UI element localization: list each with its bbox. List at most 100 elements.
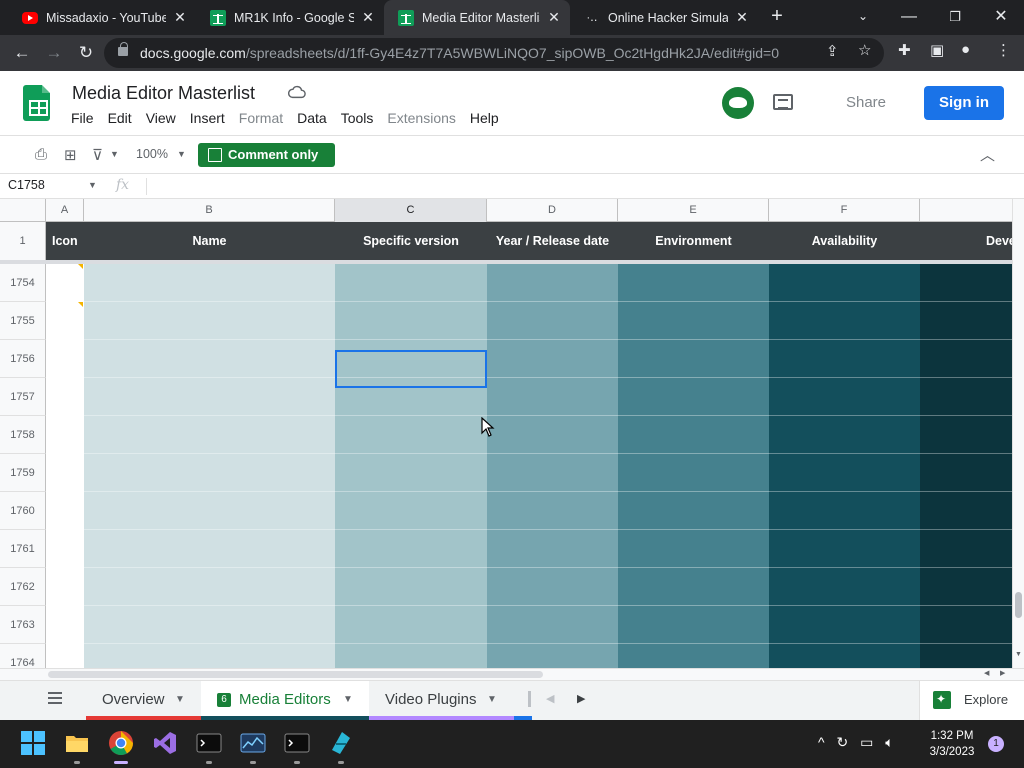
chevron-down-icon[interactable]: ▼ [177,149,186,159]
file-explorer-icon[interactable] [64,730,90,756]
column-d-cells[interactable] [487,264,618,668]
header-cell-specific-version[interactable]: Specific version [335,222,487,260]
scroll-tabs-right-icon[interactable]: ▶ [577,692,585,705]
minimize-button[interactable]: — [889,0,929,35]
menu-view[interactable]: View [146,110,176,126]
column-c-cells[interactable] [335,264,487,668]
terminal-icon[interactable] [284,730,310,756]
comment-only-button[interactable]: Comment only ▼ [198,143,335,185]
display-icon[interactable]: ▭ [860,734,873,750]
menu-edit[interactable]: Edit [108,110,132,126]
restore-button[interactable]: ❐ [935,0,975,35]
sheet-tab-overflow[interactable] [514,681,532,720]
anonymous-avatar-icon[interactable] [722,87,754,119]
bookmark-star-icon[interactable]: ☆ [858,41,871,59]
windows-start-icon[interactable] [20,730,46,756]
menu-format[interactable]: Format [239,110,283,126]
scroll-tabs-left-icon[interactable]: ◀ [546,692,554,705]
header-cell-name[interactable]: Name [84,222,335,260]
column-b-cells[interactable] [84,264,335,668]
print-icon[interactable]: ⎙ [35,146,47,163]
menu-help[interactable]: Help [470,110,499,126]
menu-data[interactable]: Data [297,110,327,126]
terminal-icon[interactable] [196,730,222,756]
name-box[interactable]: C1758 ▼ [8,178,103,192]
column-header-a[interactable]: A [46,199,84,222]
note-indicator-icon[interactable] [78,302,83,307]
chevron-up-icon[interactable]: ^ [818,734,825,750]
chrome-menu-icon[interactable]: ⋮ [996,41,1011,59]
row-number[interactable]: 1758 [0,416,46,454]
row-number[interactable]: 1757 [0,378,46,416]
column-header-d[interactable]: D [487,199,618,222]
menu-extensions[interactable]: Extensions [387,110,455,126]
sign-in-button[interactable]: Sign in [924,86,1004,120]
all-sheets-menu-icon[interactable] [48,692,62,704]
chevron-down-icon[interactable]: ▼ [110,149,119,159]
browser-tab-youtube[interactable]: Missadaxio - YouTube ✕ [8,0,196,35]
note-indicator-icon[interactable] [78,264,83,269]
share-button[interactable]: Share [818,86,914,120]
column-header-f[interactable]: F [769,199,920,222]
volume-icon[interactable]: 🔈︎ [885,734,893,750]
comments-icon[interactable] [773,94,793,110]
address-bar[interactable]: docs.google.com/spreadsheets/d/1ff-Gy4E4… [104,38,884,68]
filter-icon[interactable]: ⊽ [92,146,103,164]
scroll-down-icon[interactable]: ▼ [1015,651,1022,658]
column-header-b[interactable]: B [84,199,335,222]
sheets-logo-icon[interactable] [23,85,50,121]
add-comment-icon[interactable]: ⊞ [64,146,77,164]
close-icon[interactable]: ✕ [734,9,750,26]
vertical-scrollbar[interactable]: ▼ [1012,199,1024,668]
row-number[interactable]: 1756 [0,340,46,378]
cloud-saved-icon[interactable] [288,85,306,99]
chrome-icon[interactable] [108,730,134,756]
new-tab-button[interactable]: + [757,0,797,35]
back-icon[interactable]: ← [8,39,36,67]
close-icon[interactable]: ✕ [546,9,562,26]
document-title[interactable]: Media Editor Masterlist [72,83,255,104]
explore-button[interactable]: Explore [919,681,1024,720]
sync-icon[interactable]: ↻ [836,734,848,750]
row-number[interactable]: 1755 [0,302,46,340]
spreadsheet-grid[interactable]: A B C D E F 1 Icon Name Specific version… [0,199,1012,668]
row-number[interactable]: 1754 [0,264,46,302]
row-number[interactable]: 1760 [0,492,46,530]
browser-tab-mr1k[interactable]: MR1K Info - Google Sh ✕ [196,0,384,35]
horizontal-scrollbar[interactable]: ◀ ▶ [0,668,1024,680]
sheet-tab-overview[interactable]: Overview ▼ [86,681,201,720]
row-number[interactable]: 1 [0,222,46,260]
header-cell-availability[interactable]: Availability [769,222,920,260]
reload-icon[interactable]: ↻ [72,39,100,67]
zoom-select[interactable]: 100% [136,147,168,161]
vertical-scroll-thumb[interactable] [1015,592,1022,618]
close-icon[interactable]: ✕ [360,9,376,26]
close-icon[interactable]: ✕ [172,9,188,26]
app-icon[interactable] [328,730,354,756]
sheet-tab-video-plugins[interactable]: Video Plugins ▼ [369,681,514,720]
performance-monitor-icon[interactable] [240,730,266,756]
row-number[interactable]: 1763 [0,606,46,644]
share-page-icon[interactable]: ⇪ [826,42,839,60]
window-close-button[interactable]: ✕ [981,0,1021,35]
column-header-e[interactable]: E [618,199,769,222]
extensions-icon[interactable]: ✚ [898,41,911,59]
forward-icon[interactable]: → [40,39,68,67]
browser-tab-media-editor[interactable]: Media Editor Masterlist ✕ [384,0,570,35]
header-cell-icon[interactable]: Icon [52,222,84,260]
header-cell-environment[interactable]: Environment [618,222,769,260]
column-f-cells[interactable] [769,264,920,668]
scroll-right-icon[interactable]: ▶ [1000,669,1005,677]
row-number[interactable]: 1762 [0,568,46,606]
column-g-cells[interactable] [920,264,1012,668]
tab-search-icon[interactable]: ⌄ [843,0,883,35]
visual-studio-icon[interactable] [152,730,178,756]
horizontal-scroll-thumb[interactable] [48,671,543,678]
column-header-c[interactable]: C [335,199,487,222]
row-number[interactable]: 1761 [0,530,46,568]
header-cell-year-release[interactable]: Year / Release date [487,222,618,260]
row-number[interactable]: 1759 [0,454,46,492]
row-number[interactable]: 1764 [0,644,46,668]
header-cell-developer[interactable]: Deve [920,222,1012,260]
select-all-corner[interactable] [0,199,46,222]
